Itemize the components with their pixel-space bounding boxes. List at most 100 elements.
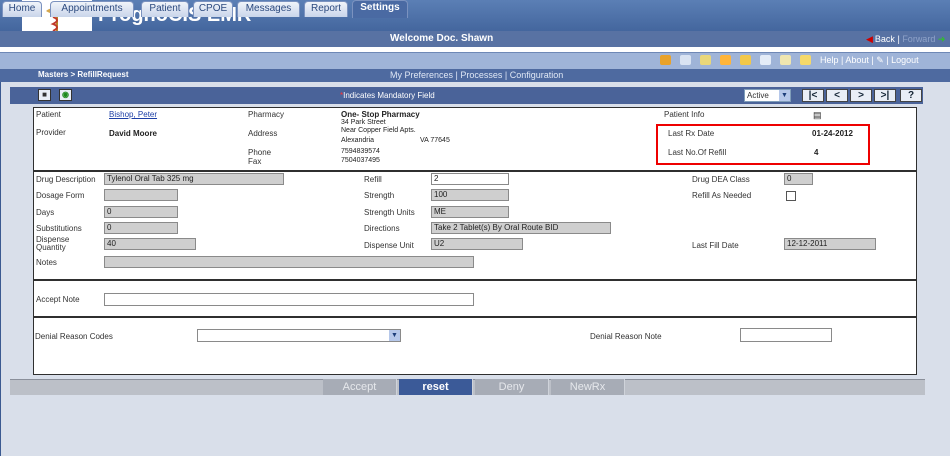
address-state: VA 77645 (420, 137, 450, 144)
status-value: Active (747, 91, 769, 100)
dispense-qty-field[interactable]: 40 (104, 238, 196, 250)
last-fill-label: Last Fill Date (692, 241, 739, 250)
last-fill-field[interactable]: 12-12-2011 (784, 238, 876, 250)
help-link[interactable]: Help (820, 55, 839, 65)
binoculars-icon[interactable]: ◉ (59, 89, 72, 101)
tab-report[interactable]: Report (304, 1, 348, 17)
refill-as-needed-checkbox[interactable] (786, 191, 796, 201)
accept-button[interactable]: Accept (323, 379, 397, 395)
accept-note-label: Accept Note (36, 295, 80, 304)
address-line2: Near Copper Field Apts. (341, 127, 416, 134)
tab-messages[interactable]: Messages (237, 1, 300, 17)
denial-note-label: Denial Reason Note (590, 332, 662, 341)
clock-icon[interactable] (680, 55, 691, 65)
nav-first-button[interactable]: |< (802, 89, 824, 102)
strength-label: Strength (364, 191, 395, 200)
chevron-down-icon[interactable]: ▼ (779, 90, 790, 101)
days-field[interactable]: 0 (104, 206, 178, 218)
notes-label: Notes (36, 258, 57, 267)
history-nav: ◀ Back | Forward ➜ (866, 34, 945, 45)
back-link[interactable]: Back (875, 34, 895, 44)
sub-links: My Preferences | Processes | Configurati… (390, 70, 564, 80)
forward-arrow-icon[interactable]: ➜ (938, 34, 946, 44)
strength-units-label: Strength Units (364, 208, 415, 217)
status-select[interactable]: Active ▼ (744, 89, 791, 102)
days-label: Days (36, 208, 55, 217)
last-refill-value: 4 (814, 148, 819, 157)
mail-icon[interactable] (780, 55, 791, 65)
substitutions-field[interactable]: 0 (104, 222, 178, 234)
pharmacy-label: Pharmacy (248, 110, 285, 119)
tasks-icon[interactable] (740, 55, 751, 65)
my-preferences-link[interactable]: My Preferences (390, 70, 453, 80)
nav-prev-button[interactable]: < (826, 89, 848, 102)
phone-value: 7594839574 (341, 148, 380, 155)
reset-button[interactable]: reset (399, 379, 473, 395)
fax-icon[interactable] (700, 55, 711, 65)
tab-appointments[interactable]: Appointments (50, 1, 134, 17)
newrx-button[interactable]: NewRx (551, 379, 625, 395)
refill-as-needed-label: Refill As Needed (692, 191, 752, 200)
address-line1: 34 Park Street (341, 119, 386, 126)
alert-icon[interactable] (660, 55, 671, 65)
dea-class-field[interactable]: 0 (784, 173, 813, 185)
logout-link[interactable]: Logout (891, 55, 919, 65)
calendar-icon[interactable] (760, 55, 771, 65)
deny-button[interactable]: Deny (475, 379, 549, 395)
dispense-qty-label-line2: Quantity (36, 243, 66, 252)
substitutions-label: Substitutions (36, 224, 82, 233)
dispense-unit-field[interactable]: U2 (431, 238, 523, 250)
document-icon[interactable]: ■ (38, 89, 51, 101)
dosage-label: Dosage Form (36, 191, 85, 200)
nav-last-button[interactable]: >| (874, 89, 896, 102)
separator: | (897, 34, 900, 44)
address-label: Address (248, 129, 278, 138)
drug-desc-field[interactable]: Tylenol Oral Tab 325 mg (104, 173, 284, 185)
strength-units-field[interactable]: ME (431, 206, 509, 218)
last-refill-label: Last No.Of Refill (668, 148, 727, 157)
tab-settings[interactable]: Settings (352, 0, 408, 18)
directions-label: Directions (364, 224, 400, 233)
nav-next-button[interactable]: > (850, 89, 872, 102)
tab-cpoe[interactable]: CPOE (193, 1, 233, 17)
refill-field[interactable]: 2 (431, 173, 509, 185)
mandatory-text: Indicates Mandatory Field (343, 91, 435, 100)
toolbar-icons (660, 55, 820, 67)
lab-icon[interactable] (800, 55, 811, 65)
denial-codes-select[interactable] (197, 329, 401, 342)
accept-note-field[interactable] (104, 293, 474, 306)
mandatory-note: *Indicates Mandatory Field (340, 91, 435, 100)
dosage-field[interactable] (104, 189, 178, 201)
logout-icon[interactable]: ✎ (876, 55, 884, 65)
configuration-link[interactable]: Configuration (510, 70, 564, 80)
tab-home[interactable]: Home (2, 1, 42, 17)
patient-link[interactable]: Bishop, Peter (109, 110, 157, 119)
top-links: Help | About | ✎ | Logout (820, 55, 919, 65)
help-button[interactable]: ? (900, 89, 922, 102)
provider-value: David Moore (109, 129, 158, 138)
back-arrow-icon[interactable]: ◀ (866, 34, 873, 44)
strength-field[interactable]: 100 (431, 189, 509, 201)
denial-note-field[interactable] (740, 328, 832, 342)
denial-dropdown[interactable]: ▼ (388, 330, 400, 341)
processes-link[interactable]: Processes (460, 70, 502, 80)
denial-codes-label: Denial Reason Codes (35, 332, 113, 341)
dispense-unit-label: Dispense Unit (364, 241, 414, 250)
about-link[interactable]: About (845, 55, 869, 65)
denial-panel (33, 317, 917, 375)
chevron-down-icon[interactable]: ▼ (389, 330, 400, 341)
directions-field[interactable]: Take 2 Tablet(s) By Oral Route BID (431, 222, 611, 234)
patient-card-icon[interactable]: ▤ (813, 110, 822, 121)
last-rx-value: 01-24-2012 (812, 129, 853, 138)
forward-link[interactable]: Forward (902, 34, 935, 44)
phone-label: Phone (248, 148, 272, 157)
address-line3: Alexandria (341, 137, 375, 144)
tab-patient[interactable]: Patient (141, 1, 189, 17)
refill-label: Refill (364, 175, 382, 184)
fax-value: 7504037495 (341, 157, 380, 164)
notes-field[interactable] (104, 256, 474, 268)
user-icon[interactable] (720, 55, 731, 65)
provider-label: Provider (36, 128, 66, 137)
breadcrumb: Masters > RefillRequest (38, 70, 129, 79)
fax-label: Fax (248, 157, 262, 166)
